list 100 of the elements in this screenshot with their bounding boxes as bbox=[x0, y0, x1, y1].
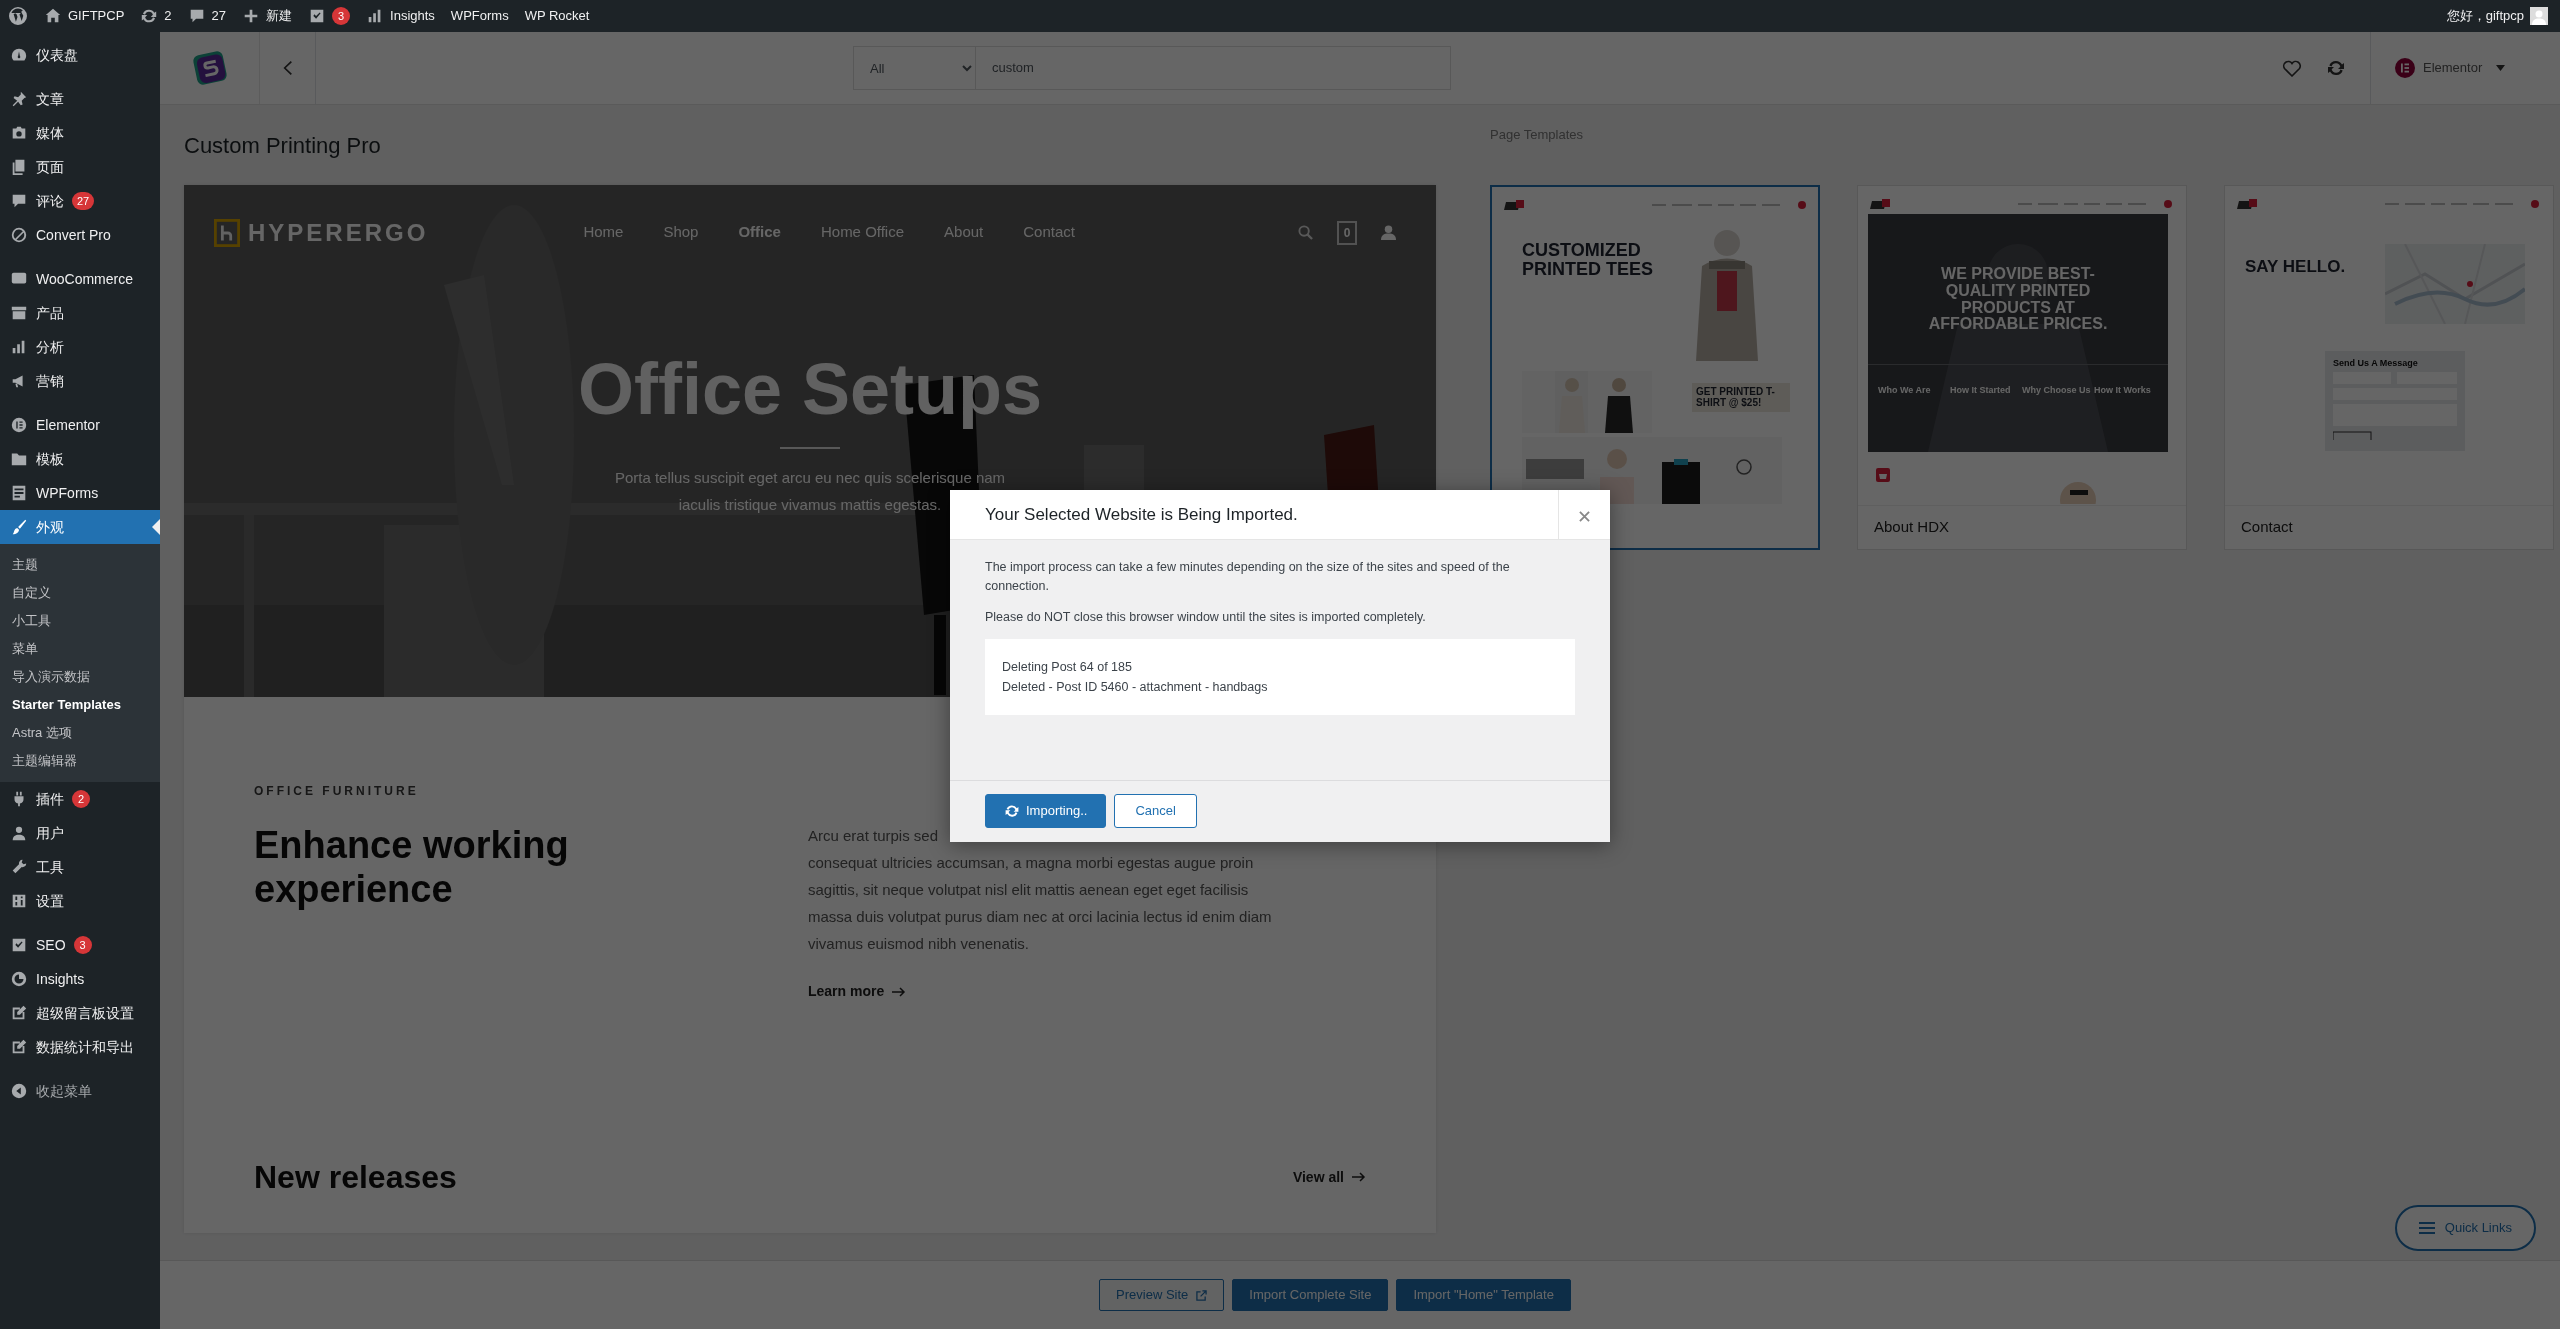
form-title: Send Us A Message bbox=[2333, 359, 2419, 369]
sidebar-item[interactable]: Elementor bbox=[0, 408, 160, 442]
column-heading: Why Choose Us bbox=[2022, 386, 2091, 396]
count-badge: 3 bbox=[332, 7, 351, 25]
column-heading: Who We Are bbox=[1878, 386, 1931, 396]
account-link[interactable]: 您好，giftpcp bbox=[2438, 0, 2560, 32]
sliders-icon bbox=[10, 892, 28, 910]
log-line: Deleted - Post ID 5460 - attachment - handbags bbox=[1002, 679, 1269, 696]
count-badge: 2 bbox=[72, 790, 90, 808]
brush-icon bbox=[10, 518, 28, 536]
submenu-item[interactable]: 菜单 bbox=[0, 635, 160, 663]
brand-logo-icon bbox=[214, 218, 240, 247]
column-heading: How It Started bbox=[1950, 386, 2011, 396]
template-name: Contact bbox=[2225, 505, 2553, 549]
sidebar-item[interactable]: Convert Pro bbox=[0, 218, 160, 252]
sidebar-item[interactable]: Insights bbox=[0, 962, 160, 996]
favorites-button[interactable] bbox=[2282, 59, 2302, 77]
wrench-icon bbox=[10, 858, 28, 876]
archive-icon bbox=[10, 304, 28, 322]
sidebar-item[interactable]: 媒体 bbox=[0, 116, 160, 150]
paragraph-text: Arcu erat turpis sed bbox=[808, 826, 940, 846]
arrow-icon bbox=[1352, 1172, 1366, 1182]
admin-bar-link[interactable]: 27 bbox=[179, 0, 235, 32]
menu-icon bbox=[2418, 1222, 2435, 1234]
sidebar-item[interactable]: 插件 2 bbox=[0, 782, 160, 816]
refresh-icon bbox=[1004, 803, 1020, 819]
submenu-item[interactable]: 自定义 bbox=[0, 579, 160, 607]
sidebar-item[interactable]: 数据统计和导出 bbox=[0, 1030, 160, 1064]
sidebar-item[interactable]: 页面 bbox=[0, 150, 160, 184]
sidebar-item[interactable]: 营销 bbox=[0, 364, 160, 398]
circle-logo-icon bbox=[2395, 58, 2415, 78]
back-icon bbox=[282, 60, 293, 76]
sync-button[interactable] bbox=[2326, 58, 2346, 78]
user-icon bbox=[1381, 225, 1396, 240]
check-icon bbox=[10, 936, 28, 954]
sidebar-item[interactable]: 模板 bbox=[0, 442, 160, 476]
admin-bar-link[interactable]: WPForms bbox=[442, 0, 517, 32]
template-headline: CUSTOMIZED PRINTED TEES bbox=[1522, 241, 1655, 279]
modal-text: The import process can take a few minutes depending on the size of the sites and speed of the connection. bbox=[985, 559, 1511, 595]
site-title: Custom Printing Pro bbox=[184, 132, 382, 160]
submenu-item[interactable]: Starter Templates bbox=[0, 691, 160, 719]
section-heading: Enhance working experience bbox=[254, 824, 570, 912]
submenu-item[interactable]: Astra 选项 bbox=[0, 719, 160, 747]
admin-bar-link[interactable]: 新建 bbox=[234, 0, 301, 32]
admin-bar-link[interactable]: Insights bbox=[358, 0, 443, 32]
basket-icon bbox=[1876, 468, 1890, 482]
submenu-item[interactable]: 主题 bbox=[0, 551, 160, 579]
collapse-icon bbox=[10, 1082, 28, 1100]
template-headline: WE PROVIDE BEST-QUALITY PRINTED PRODUCTS AT AFFORDABLE PRICES. bbox=[1927, 266, 2109, 334]
refresh-icon bbox=[140, 7, 159, 25]
template-headline: SAY HELLO. bbox=[2245, 258, 2346, 276]
admin-bar-link[interactable]: 3 bbox=[300, 0, 359, 32]
sidebar-item[interactable]: SEO 3 bbox=[0, 928, 160, 962]
brand-name: HYPERERGO bbox=[248, 217, 429, 248]
pin-icon bbox=[10, 90, 28, 108]
sidebar-item[interactable]: 超级留言板设置 bbox=[0, 996, 160, 1030]
submenu-item[interactable]: 主题编辑器 bbox=[0, 747, 160, 775]
modal-text: Please do NOT close this browser window until the sites is imported completely. bbox=[985, 609, 1427, 626]
close-icon bbox=[1579, 510, 1590, 522]
heart-icon bbox=[2282, 59, 2302, 77]
submenu-item[interactable]: 小工具 bbox=[0, 607, 160, 635]
home-icon bbox=[44, 7, 62, 25]
sidebar-item[interactable]: 分析 bbox=[0, 330, 160, 364]
hero-text: Porta tellus suscipit eget arcu eu nec quis scelerisque nam bbox=[614, 468, 1006, 488]
sidebar-item[interactable]: 仪表盘 bbox=[0, 38, 160, 72]
wordpress-logo-icon bbox=[8, 6, 28, 26]
count-badge: 27 bbox=[72, 192, 95, 210]
cancel-button[interactable]: Cancel bbox=[1114, 794, 1197, 828]
external-link-icon bbox=[1196, 1289, 1208, 1301]
admin-bar-link[interactable]: GIFTPCP bbox=[36, 0, 133, 32]
importing-button[interactable]: Importing.. bbox=[985, 794, 1107, 828]
edit-icon bbox=[10, 1004, 28, 1022]
arrow-icon bbox=[892, 986, 907, 997]
hero-text: iaculis tristique vivamus mattis egestas. bbox=[678, 495, 942, 515]
count-badge: 3 bbox=[73, 936, 92, 954]
person-icon bbox=[10, 824, 28, 842]
sidebar-item[interactable]: WPForms bbox=[0, 476, 160, 510]
admin-bar-link[interactable]: 2 bbox=[132, 0, 180, 32]
sidebar-item[interactable]: 文章 bbox=[0, 82, 160, 116]
sidebar-item[interactable]: 设置 bbox=[0, 884, 160, 918]
paragraph-text: consequat ultricies accumsan, a magna morbi egestas augue proin sagittis, sit neque volutpat nisl elit mattis aenean eget eget facilisis massa duis volutpat purus diam nec at orci lacinia lectus id enim diam vivamus euismod nibh venenatis. bbox=[808, 853, 1273, 954]
caret-icon bbox=[2496, 65, 2506, 71]
submenu-item[interactable]: 导入演示数据 bbox=[0, 663, 160, 691]
sidebar-item[interactable]: 工具 bbox=[0, 850, 160, 884]
edit-icon bbox=[10, 1038, 28, 1056]
sidebar-item[interactable]: 评论 27 bbox=[0, 184, 160, 218]
pie-chart-icon bbox=[10, 970, 28, 988]
circle-logo-icon bbox=[10, 416, 28, 434]
section-heading: New releases bbox=[254, 1158, 457, 1197]
template-name: About HDX bbox=[1858, 505, 2186, 549]
avatar-icon bbox=[2530, 7, 2548, 25]
collapse-menu-button[interactable]: 收起菜单 bbox=[0, 1074, 160, 1108]
column-heading: How It Works bbox=[2094, 386, 2151, 396]
sidebar-item[interactable]: 用户 bbox=[0, 816, 160, 850]
sidebar-item[interactable]: 产品 bbox=[0, 296, 160, 330]
promo-text: GET PRINTED T-SHIRT @ $25! bbox=[1692, 383, 1790, 412]
divider-line bbox=[780, 447, 840, 449]
sidebar-item[interactable]: 外观 bbox=[0, 510, 160, 544]
sidebar-item[interactable]: WooCommerce bbox=[0, 262, 160, 296]
admin-bar-link[interactable]: WP Rocket bbox=[516, 0, 598, 32]
